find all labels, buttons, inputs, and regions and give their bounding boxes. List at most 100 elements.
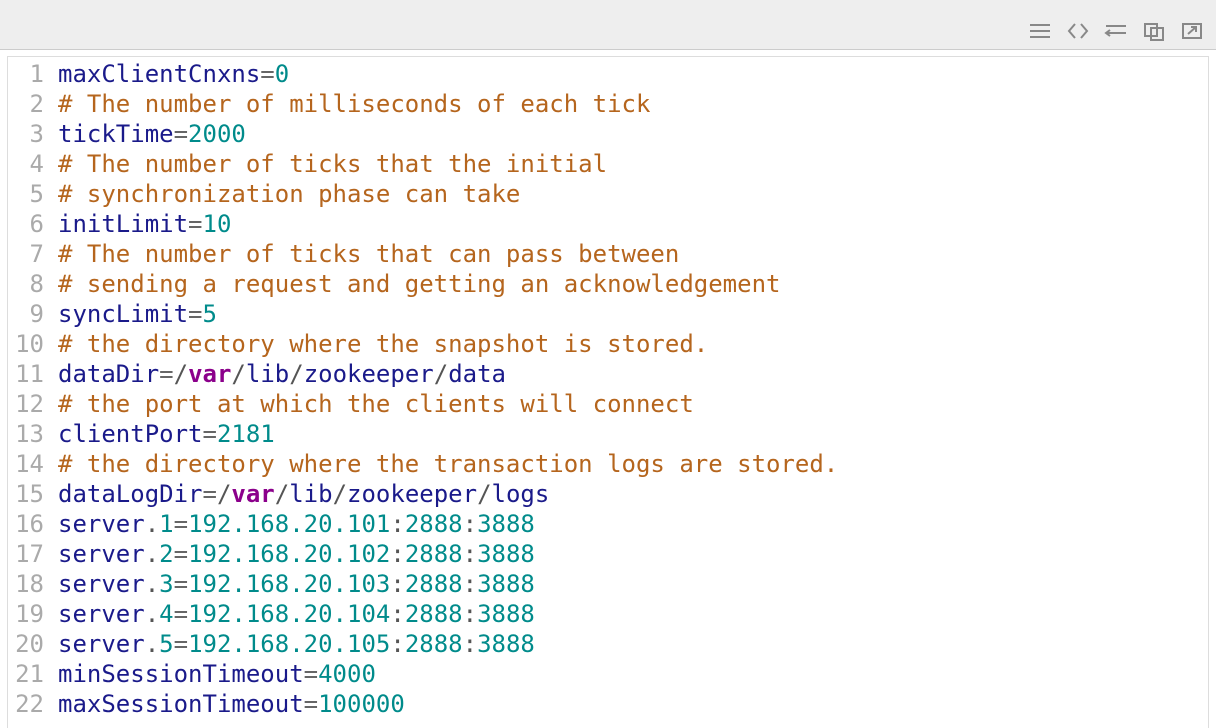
token-dot: . [145,630,159,658]
token-num: 192.168.20.101 [188,510,390,538]
token-key: minSessionTimeout [58,660,304,688]
token-num: 192.168.20.105 [188,630,390,658]
code-line: initLimit=10 [58,209,1216,239]
line-number: 3 [0,119,44,149]
token-num: 5 [203,300,217,328]
token-op: = [174,600,188,628]
token-sep: / [289,360,303,388]
top-spacer [0,0,1216,12]
token-comment: # The number of ticks that can pass betw… [58,240,679,268]
line-number: 2 [0,89,44,119]
token-key: clientPort [58,420,203,448]
token-num: 2888 [405,540,463,568]
token-sep: / [231,360,245,388]
token-num: 4000 [318,660,376,688]
menu-icon[interactable] [1026,19,1054,43]
code-line: dataLogDir=/var/lib/zookeeper/logs [58,479,1216,509]
token-key: tickTime [58,120,174,148]
wrap-icon[interactable] [1102,19,1130,43]
token-op: = [174,570,188,598]
token-sep: / [174,360,188,388]
code-line: maxSessionTimeout=100000 [58,689,1216,719]
token-dot: . [145,600,159,628]
token-comment: # sending a request and getting an ackno… [58,270,780,298]
code-line: # the directory where the transaction lo… [58,449,1216,479]
code-icon[interactable] [1064,19,1092,43]
line-number: 19 [0,599,44,629]
token-dot: . [145,570,159,598]
token-sep: / [333,480,347,508]
token-op: = [203,420,217,448]
line-number: 13 [0,419,44,449]
token-path: logs [492,480,550,508]
code-line: dataDir=/var/lib/zookeeper/data [58,359,1216,389]
code-line: # The number of milliseconds of each tic… [58,89,1216,119]
token-op: = [188,300,202,328]
token-num: 2888 [405,600,463,628]
line-number: 14 [0,449,44,479]
token-key: syncLimit [58,300,188,328]
code-line: clientPort=2181 [58,419,1216,449]
token-num: 192.168.20.103 [188,570,390,598]
code-line: # the directory where the snapshot is st… [58,329,1216,359]
token-op: = [174,630,188,658]
token-path: data [448,360,506,388]
token-comment: # The number of milliseconds of each tic… [58,90,650,118]
line-number: 20 [0,629,44,659]
token-num: 3 [159,570,173,598]
code-line: maxClientCnxns=0 [58,59,1216,89]
token-sep: : [390,630,404,658]
popout-icon[interactable] [1178,19,1206,43]
line-number: 15 [0,479,44,509]
code-line: server.1=192.168.20.101:2888:3888 [58,509,1216,539]
code-content[interactable]: maxClientCnxns=0# The number of millisec… [50,56,1216,728]
token-path: lib [289,480,332,508]
token-key: maxSessionTimeout [58,690,304,718]
token-num: 3888 [477,540,535,568]
token-op: = [304,690,318,718]
line-number: 4 [0,149,44,179]
token-num: 2888 [405,630,463,658]
token-sep: : [463,570,477,598]
copy-icon[interactable] [1140,19,1168,43]
line-number: 9 [0,299,44,329]
token-key: dataLogDir [58,480,203,508]
line-number: 1 [0,59,44,89]
token-key: server [58,510,145,538]
token-num: 1 [159,510,173,538]
token-op: = [188,210,202,238]
token-sep: : [390,540,404,568]
code-toolbar [0,12,1216,50]
token-num: 2 [159,540,173,568]
code-line: # the port at which the clients will con… [58,389,1216,419]
token-comment: # the directory where the transaction lo… [58,450,838,478]
token-dot: . [145,540,159,568]
token-num: 3888 [477,600,535,628]
code-line: minSessionTimeout=4000 [58,659,1216,689]
line-number: 5 [0,179,44,209]
token-key: server [58,630,145,658]
line-number: 21 [0,659,44,689]
token-num: 2181 [217,420,275,448]
token-key: dataDir [58,360,159,388]
token-num: 5 [159,630,173,658]
token-sep: : [390,570,404,598]
line-number: 12 [0,389,44,419]
line-number: 7 [0,239,44,269]
token-num: 100000 [318,690,405,718]
line-number-gutter: 12345678910111213141516171819202122 [0,56,50,728]
token-sep: : [463,600,477,628]
token-dot: . [145,510,159,538]
code-line: # synchronization phase can take [58,179,1216,209]
line-number: 16 [0,509,44,539]
token-op: = [260,60,274,88]
token-op: = [159,360,173,388]
code-line: server.2=192.168.20.102:2888:3888 [58,539,1216,569]
token-num: 3888 [477,510,535,538]
token-num: 4 [159,600,173,628]
code-editor[interactable]: 12345678910111213141516171819202122 maxC… [0,50,1216,728]
code-line: server.3=192.168.20.103:2888:3888 [58,569,1216,599]
token-op: = [304,660,318,688]
token-path: zookeeper [304,360,434,388]
line-number: 6 [0,209,44,239]
